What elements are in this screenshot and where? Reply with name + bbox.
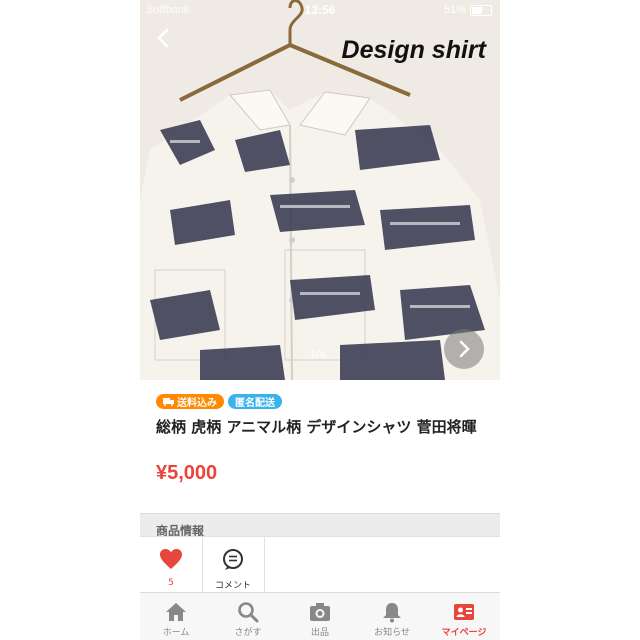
truck-icon — [163, 397, 174, 406]
chevron-left-icon — [157, 28, 169, 48]
photo-counter: 1/4 — [310, 349, 326, 361]
status-bar: Softbank 13:56 51% — [140, 0, 500, 20]
chevron-right-icon — [459, 340, 470, 358]
mypage-icon — [454, 604, 474, 620]
like-count: 5 — [168, 578, 174, 588]
tab-label-notifications: お知らせ — [374, 628, 410, 638]
phone-screen: Design shirt 1/4 Softbank 13:56 51% 送料込み… — [140, 0, 500, 640]
badge-row: 送料込み 匿名配送 — [156, 394, 282, 409]
shipping-badge-label: 送料込み — [177, 398, 217, 409]
tab-label-search: さがす — [234, 628, 262, 638]
bell-icon — [383, 603, 401, 623]
action-bar: 5 コメント — [140, 536, 500, 593]
comment-button[interactable]: コメント — [202, 537, 265, 593]
tab-search[interactable]: さがす — [212, 593, 284, 640]
search-icon — [238, 602, 259, 623]
comment-icon — [223, 549, 243, 570]
tab-notifications[interactable]: お知らせ — [356, 593, 428, 640]
tab-label-mypage: マイページ — [441, 628, 487, 638]
anonymous-badge-label: 匿名配送 — [235, 398, 275, 409]
next-photo-button[interactable] — [444, 329, 484, 369]
tab-mypage[interactable]: マイページ — [428, 593, 500, 640]
shipping-included-badge: 送料込み — [156, 394, 224, 409]
tab-home[interactable]: ホーム — [140, 593, 212, 640]
tab-label-sell: 出品 — [310, 628, 329, 638]
tab-label-home: ホーム — [162, 628, 190, 638]
tab-sell[interactable]: 出品 — [284, 593, 356, 640]
like-button[interactable]: 5 — [140, 537, 203, 593]
bottom-tab-bar: ホーム さがす 出品 お知らせ マイページ — [140, 592, 500, 640]
product-title: 総柄 虎柄 アニマル柄 デザインシャツ 菅田将暉 — [156, 418, 477, 436]
anonymous-shipping-badge: 匿名配送 — [228, 394, 282, 409]
photo-overlay-title: Design shirt — [341, 36, 486, 64]
battery-percent: 51% — [443, 4, 466, 16]
product-photo[interactable]: Design shirt 1/4 — [140, 0, 500, 380]
home-icon — [166, 603, 186, 621]
comment-label: コメント — [214, 581, 251, 591]
battery-indicator: 51% — [444, 4, 492, 16]
product-price: ¥5,000 — [156, 462, 218, 484]
battery-icon — [470, 4, 492, 16]
back-button[interactable] — [152, 26, 176, 50]
heart-icon — [160, 549, 182, 569]
camera-icon — [310, 603, 330, 621]
